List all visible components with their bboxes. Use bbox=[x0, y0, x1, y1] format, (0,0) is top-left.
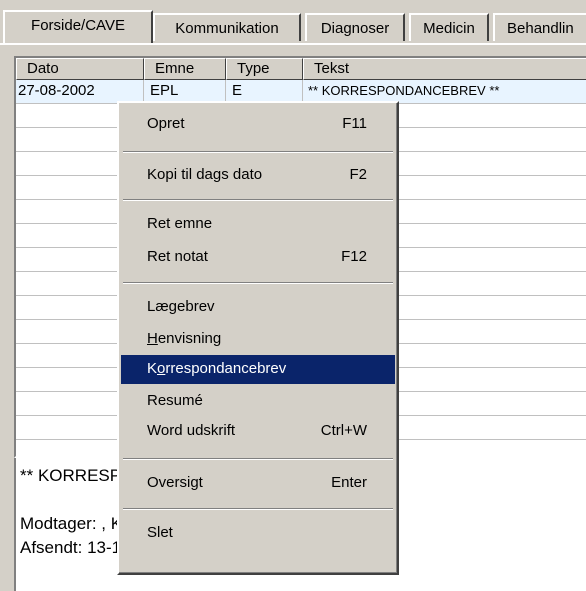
menu-item-shortcut: F11 bbox=[342, 115, 367, 132]
menu-separator bbox=[123, 458, 393, 460]
menu-item-label: Resumé bbox=[147, 392, 203, 409]
menu-item-label: Oversigt bbox=[147, 474, 203, 491]
cell-tekst: ** KORRESPONDANCEBREV ** bbox=[308, 83, 500, 98]
accelerator-key: H bbox=[147, 330, 158, 347]
menu-item-slet[interactable]: Slet bbox=[121, 519, 395, 547]
column-header-type[interactable]: Type bbox=[226, 58, 303, 80]
cell-dato: 27-08-2002 bbox=[18, 82, 95, 99]
tab-behandling[interactable]: Behandlin bbox=[493, 13, 586, 41]
menu-item-resume[interactable]: Resumé bbox=[121, 387, 395, 415]
label-prefix: K bbox=[147, 360, 158, 377]
menu-item-kopi-til-dags-dato[interactable]: Kopi til dags dato F2 bbox=[121, 161, 395, 189]
menu-item-label: Word udskrift bbox=[147, 422, 236, 439]
menu-item-label: Lægebrev bbox=[147, 298, 215, 315]
menu-item-shortcut: Enter bbox=[331, 474, 367, 491]
tab-divider bbox=[0, 43, 586, 45]
menu-item-korrespondancebrev[interactable]: Korrespondancebrev bbox=[121, 355, 395, 384]
tab-strip: Forside/CAVE Kommunikation Diagnoser Med… bbox=[0, 0, 586, 45]
menu-item-label: Opret bbox=[147, 115, 185, 132]
column-header-emne[interactable]: Emne bbox=[144, 58, 226, 80]
tab-forside-cave[interactable]: Forside/CAVE bbox=[3, 10, 153, 44]
tab-kommunikation[interactable]: Kommunikation bbox=[153, 13, 301, 41]
menu-item-shortcut: F2 bbox=[349, 166, 367, 183]
menu-item-laegebrev[interactable]: Lægebrev bbox=[121, 293, 395, 321]
menu-item-ret-emne[interactable]: Ret emne bbox=[121, 210, 395, 238]
label-suffix: rrespondancebrev bbox=[165, 360, 287, 377]
table-header: Dato Emne Type Tekst bbox=[16, 58, 586, 80]
tab-label: Kommunikation bbox=[175, 20, 279, 37]
menu-separator bbox=[123, 151, 393, 153]
cell-type: E bbox=[232, 82, 243, 99]
menu-item-label: Kopi til dags dato bbox=[147, 166, 263, 183]
menu-separator bbox=[123, 282, 393, 284]
menu-item-henvisning[interactable]: Henvisning bbox=[121, 325, 395, 353]
tab-label: Forside/CAVE bbox=[31, 17, 125, 34]
cell-emne: EPL bbox=[150, 82, 179, 99]
tab-label: Behandlin bbox=[507, 20, 574, 37]
menu-item-label: Ret emne bbox=[147, 215, 213, 232]
menu-item-opret[interactable]: Opret F11 bbox=[121, 110, 395, 138]
menu-item-oversigt[interactable]: Oversigt Enter bbox=[121, 469, 395, 497]
column-header-dato[interactable]: Dato bbox=[16, 58, 144, 80]
menu-item-label: Ret notat bbox=[147, 248, 208, 265]
menu-separator bbox=[123, 199, 393, 201]
context-menu: Opret F11 Kopi til dags dato F2 Ret emne… bbox=[117, 101, 399, 575]
menu-item-word-udskrift[interactable]: Word udskrift Ctrl+W bbox=[121, 417, 395, 445]
menu-item-shortcut: Ctrl+W bbox=[320, 422, 367, 439]
label-suffix: envisning bbox=[157, 330, 222, 347]
menu-item-label: Slet bbox=[147, 524, 173, 541]
tab-medicin[interactable]: Medicin bbox=[409, 13, 489, 41]
tab-label: Diagnoser bbox=[320, 20, 390, 37]
menu-item-ret-notat[interactable]: Ret notat F12 bbox=[121, 243, 395, 271]
menu-item-label: Korrespondancebrev bbox=[147, 360, 286, 377]
menu-item-shortcut: F12 bbox=[341, 248, 367, 265]
menu-separator bbox=[123, 508, 393, 510]
menu-item-label: Henvisning bbox=[147, 330, 221, 347]
column-header-tekst[interactable]: Tekst bbox=[303, 58, 586, 80]
tab-label: Medicin bbox=[423, 20, 475, 37]
tab-diagnoser[interactable]: Diagnoser bbox=[305, 13, 405, 41]
